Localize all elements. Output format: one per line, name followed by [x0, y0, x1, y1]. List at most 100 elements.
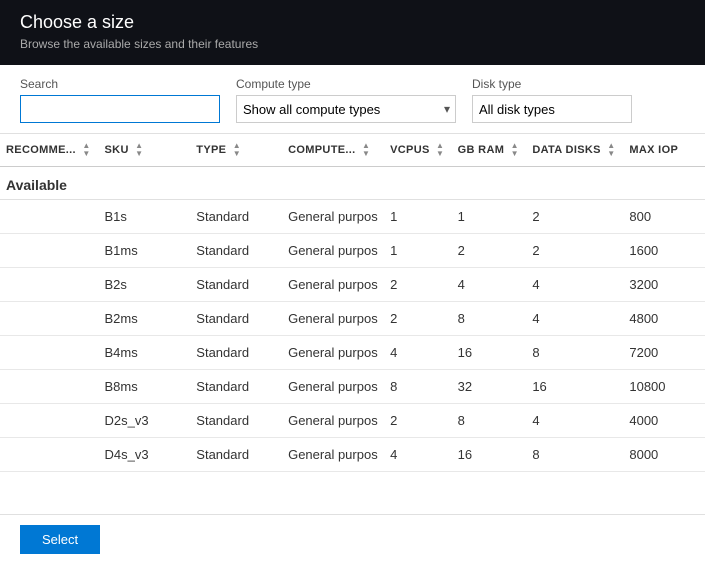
- search-label: Search: [20, 77, 220, 91]
- cell-gbram: 8: [452, 302, 527, 336]
- table-row[interactable]: B2msStandardGeneral purpos2844800: [0, 302, 705, 336]
- cell-gbram: 1: [452, 200, 527, 234]
- cell-sku: B8ms: [99, 370, 191, 404]
- cell-datadisks: 4: [526, 268, 623, 302]
- compute-select-wrapper: Show all compute types General purpose C…: [236, 95, 456, 123]
- cell-sku: B4ms: [99, 336, 191, 370]
- cell-sku: B2ms: [99, 302, 191, 336]
- cell-maxiop: 3200: [623, 268, 705, 302]
- cell-datadisks: 4: [526, 404, 623, 438]
- table-row[interactable]: B2sStandardGeneral purpos2443200: [0, 268, 705, 302]
- sort-arrows-datadisks: ▲▼: [607, 142, 615, 158]
- page-subtitle: Browse the available sizes and their fea…: [20, 37, 685, 51]
- cell-recommend: [0, 268, 99, 302]
- cell-compute: General purpos: [282, 200, 384, 234]
- compute-label: Compute type: [236, 77, 456, 91]
- sort-arrows-compute: ▲▼: [362, 142, 370, 158]
- col-header-compute[interactable]: COMPUTE... ▲▼: [282, 134, 384, 167]
- cell-recommend: [0, 302, 99, 336]
- cell-recommend: [0, 336, 99, 370]
- cell-gbram: 32: [452, 370, 527, 404]
- cell-maxiop: 4000: [623, 404, 705, 438]
- disk-label: Disk type: [472, 77, 632, 91]
- cell-vcpus: 1: [384, 234, 452, 268]
- cell-sku: B1ms: [99, 234, 191, 268]
- cell-type: Standard: [190, 234, 282, 268]
- cell-compute: General purpos: [282, 336, 384, 370]
- cell-gbram: 4: [452, 268, 527, 302]
- disk-type-input[interactable]: [472, 95, 632, 123]
- sort-arrows-recommend: ▲▼: [82, 142, 90, 158]
- cell-vcpus: 2: [384, 302, 452, 336]
- cell-gbram: 2: [452, 234, 527, 268]
- header: Choose a size Browse the available sizes…: [0, 0, 705, 65]
- cell-compute: General purpos: [282, 234, 384, 268]
- compute-type-select[interactable]: Show all compute types General purpose C…: [236, 95, 456, 123]
- cell-datadisks: 16: [526, 370, 623, 404]
- cell-vcpus: 4: [384, 336, 452, 370]
- cell-type: Standard: [190, 370, 282, 404]
- cell-gbram: 16: [452, 438, 527, 472]
- cell-maxiop: 10800: [623, 370, 705, 404]
- cell-recommend: [0, 200, 99, 234]
- cell-sku: B2s: [99, 268, 191, 302]
- cell-compute: General purpos: [282, 404, 384, 438]
- cell-recommend: [0, 404, 99, 438]
- col-header-recommend[interactable]: RECOMME... ▲▼: [0, 134, 99, 167]
- disk-type-group: Disk type: [472, 77, 632, 123]
- cell-maxiop: 800: [623, 200, 705, 234]
- col-header-vcpus[interactable]: VCPUS ▲▼: [384, 134, 452, 167]
- cell-recommend: [0, 438, 99, 472]
- cell-type: Standard: [190, 336, 282, 370]
- table-row[interactable]: B8msStandardGeneral purpos8321610800: [0, 370, 705, 404]
- sort-arrows-sku: ▲▼: [135, 142, 143, 158]
- table-body: AvailableB1sStandardGeneral purpos112800…: [0, 167, 705, 472]
- cell-datadisks: 8: [526, 336, 623, 370]
- cell-datadisks: 2: [526, 234, 623, 268]
- cell-vcpus: 2: [384, 268, 452, 302]
- cell-compute: General purpos: [282, 370, 384, 404]
- table-container: RECOMME... ▲▼ SKU ▲▼ TYPE ▲▼ COMPUTE... …: [0, 134, 705, 514]
- cell-vcpus: 1: [384, 200, 452, 234]
- cell-gbram: 16: [452, 336, 527, 370]
- table-row[interactable]: D4s_v3StandardGeneral purpos41688000: [0, 438, 705, 472]
- table-header-row: RECOMME... ▲▼ SKU ▲▼ TYPE ▲▼ COMPUTE... …: [0, 134, 705, 167]
- cell-type: Standard: [190, 268, 282, 302]
- cell-vcpus: 4: [384, 438, 452, 472]
- cell-sku: D2s_v3: [99, 404, 191, 438]
- cell-recommend: [0, 234, 99, 268]
- col-header-sku[interactable]: SKU ▲▼: [99, 134, 191, 167]
- cell-type: Standard: [190, 302, 282, 336]
- col-header-maxiop[interactable]: MAX IOP: [623, 134, 705, 167]
- sort-arrows-type: ▲▼: [233, 142, 241, 158]
- section-header-row: Available: [0, 167, 705, 200]
- table-row[interactable]: B4msStandardGeneral purpos41687200: [0, 336, 705, 370]
- cell-recommend: [0, 370, 99, 404]
- col-header-gbram[interactable]: GB RAM ▲▼: [452, 134, 527, 167]
- page-title: Choose a size: [20, 12, 685, 33]
- toolbar: Search Compute type Show all compute typ…: [0, 65, 705, 134]
- sizes-table: RECOMME... ▲▼ SKU ▲▼ TYPE ▲▼ COMPUTE... …: [0, 134, 705, 472]
- cell-sku: B1s: [99, 200, 191, 234]
- col-header-datadisks[interactable]: DATA DISKS ▲▼: [526, 134, 623, 167]
- cell-compute: General purpos: [282, 268, 384, 302]
- search-group: Search: [20, 77, 220, 123]
- sort-arrows-vcpus: ▲▼: [436, 142, 444, 158]
- cell-type: Standard: [190, 438, 282, 472]
- compute-type-group: Compute type Show all compute types Gene…: [236, 77, 456, 123]
- table-row[interactable]: B1sStandardGeneral purpos112800: [0, 200, 705, 234]
- table-row[interactable]: B1msStandardGeneral purpos1221600: [0, 234, 705, 268]
- cell-sku: D4s_v3: [99, 438, 191, 472]
- cell-vcpus: 8: [384, 370, 452, 404]
- cell-vcpus: 2: [384, 404, 452, 438]
- col-header-type[interactable]: TYPE ▲▼: [190, 134, 282, 167]
- cell-type: Standard: [190, 200, 282, 234]
- cell-maxiop: 4800: [623, 302, 705, 336]
- sort-arrows-gbram: ▲▼: [511, 142, 519, 158]
- select-button[interactable]: Select: [20, 525, 100, 554]
- search-input[interactable]: [20, 95, 220, 123]
- cell-datadisks: 2: [526, 200, 623, 234]
- table-row[interactable]: D2s_v3StandardGeneral purpos2844000: [0, 404, 705, 438]
- footer: Select: [0, 514, 705, 564]
- cell-compute: General purpos: [282, 438, 384, 472]
